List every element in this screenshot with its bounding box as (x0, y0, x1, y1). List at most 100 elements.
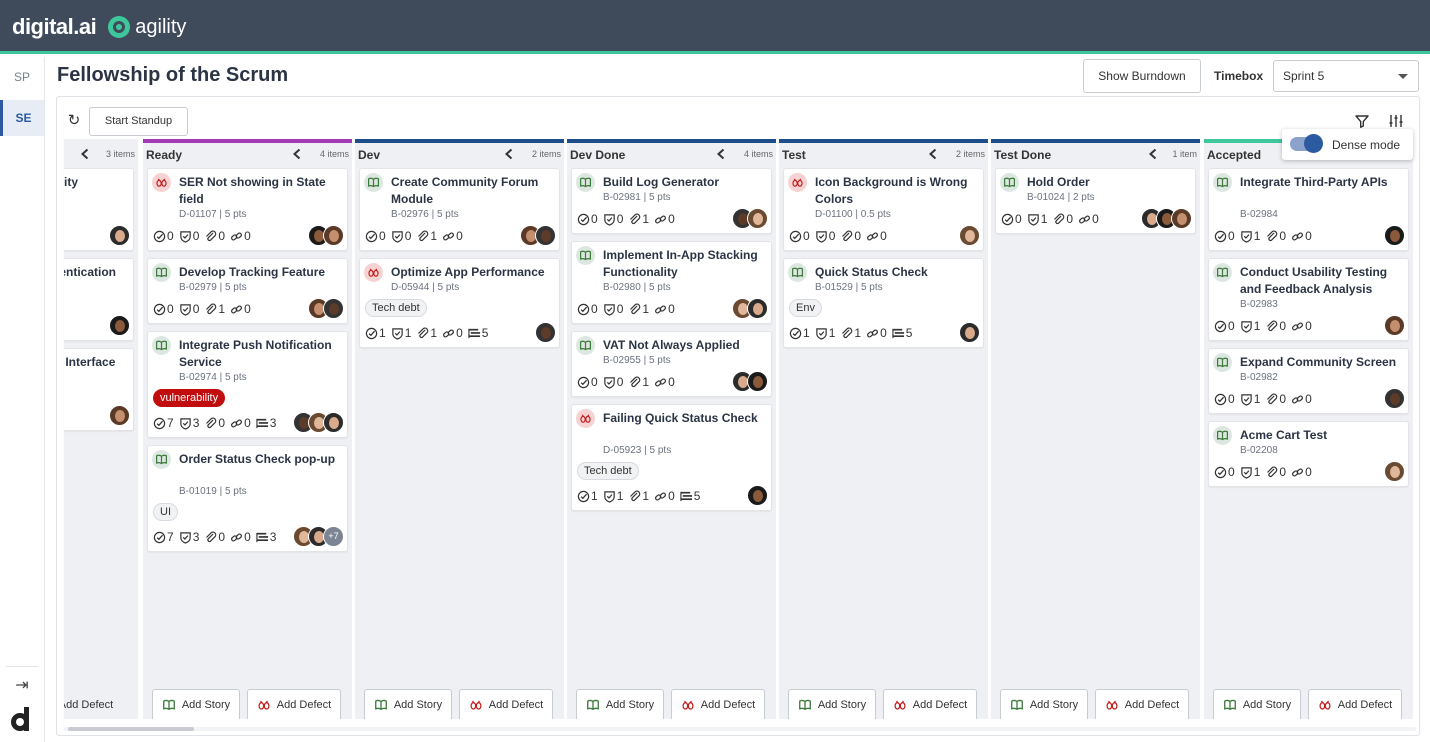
card-title[interactable]: Integrate Push Notification Service (179, 337, 346, 371)
card-tag[interactable]: Tech debt (365, 299, 427, 317)
timebox-select[interactable]: Sprint 5 (1273, 60, 1419, 92)
card-title[interactable]: Implement In-App Stacking Functionality (603, 247, 770, 281)
add-defect-button[interactable]: Add Defect (671, 689, 765, 719)
avatar[interactable] (747, 298, 768, 319)
scrollbar-thumb[interactable] (68, 727, 194, 731)
dense-mode-toggle[interactable] (1290, 134, 1323, 153)
add-defect-button[interactable]: Add Defect (459, 689, 553, 719)
defect-card[interactable]: SER Not showing in State field D-01107 | … (147, 168, 348, 251)
avatar[interactable] (109, 315, 130, 336)
story-card[interactable]: hentication5 (64, 258, 134, 341)
card-title[interactable]: Conduct Usability Testing and Feedback A… (1240, 264, 1407, 298)
rail-item-sp[interactable]: SP (0, 59, 44, 95)
avatar[interactable] (323, 412, 344, 433)
add-defect-button[interactable]: Add Defect (1308, 689, 1402, 719)
avatar[interactable] (1384, 315, 1405, 336)
collapse-column-chevron-icon[interactable] (714, 147, 728, 161)
board-horizontal-scrollbar[interactable] (64, 725, 1416, 733)
card-title[interactable]: Order Status Check pop-up (179, 451, 346, 468)
avatar[interactable] (747, 485, 768, 506)
add-story-button[interactable]: Add Story (788, 689, 876, 719)
start-standup-button[interactable]: Start Standup (89, 107, 188, 136)
story-card[interactable]: Integrate Third-Party APIs B-02984 0 1 0 0 (1208, 168, 1409, 251)
card-title[interactable]: Create Community Forum Module (391, 174, 558, 208)
defect-card[interactable]: Failing Quick Status Check D-05923 | 5 pt… (571, 404, 772, 511)
defect-card[interactable]: Optimize App Performance D-05944 | 5 pts T… (359, 258, 560, 348)
card-title[interactable]: Build Log Generator (603, 174, 770, 191)
collapse-column-chevron-icon[interactable] (290, 147, 304, 161)
story-card[interactable]: Hold Order B-01024 | 2 pts 0 1 0 0 (995, 168, 1196, 234)
collapse-column-chevron-icon[interactable] (502, 147, 516, 161)
avatar[interactable] (323, 298, 344, 319)
add-story-button[interactable]: Add Story (576, 689, 664, 719)
card-title[interactable]: Icon Background is Wrong Colors (815, 174, 982, 208)
collapse-column-chevron-icon[interactable] (926, 147, 940, 161)
card-title[interactable]: SER Not showing in State field (179, 174, 346, 208)
avatar[interactable] (323, 225, 344, 246)
card-title[interactable]: Integrate Third-Party APIs (1240, 174, 1407, 191)
story-card[interactable]: Conduct Usability Testing and Feedback A… (1208, 258, 1409, 341)
avatar[interactable] (747, 208, 768, 229)
story-card[interactable]: Create Community Forum Module B-02976 | 5… (359, 168, 560, 251)
story-card[interactable]: Integrate Push Notification Service B-029… (147, 331, 348, 438)
avatar[interactable] (1384, 225, 1405, 246)
add-story-button[interactable]: Add Story (364, 689, 452, 719)
rail-item-se[interactable]: SE (0, 100, 44, 136)
add-defect-button[interactable]: Add Defect (247, 689, 341, 719)
board-settings-icon[interactable] (1388, 113, 1404, 129)
avatar[interactable] (109, 405, 130, 426)
avatar[interactable] (747, 371, 768, 392)
story-card[interactable]: VAT Not Always Applied B-02955 | 5 pts 0 0 1… (571, 331, 772, 397)
filter-icon[interactable] (1354, 113, 1370, 129)
add-defect-button[interactable]: Add Defect (64, 689, 128, 719)
avatar[interactable] (535, 225, 556, 246)
card-title[interactable]: Quick Status Check (815, 264, 982, 281)
card-stat: 1 (365, 326, 386, 340)
story-card[interactable]: Quick Status Check B-01529 | 5 pts Env 1 1 1 0… (783, 258, 984, 348)
add-defect-button[interactable]: Add Defect (1095, 689, 1189, 719)
card-tag[interactable]: UI (153, 503, 178, 521)
digital-ai-agility-logo[interactable]: digital.ai agility (12, 14, 186, 40)
story-card[interactable]: Develop Tracking Feature B-02979 | 5 pts 0… (147, 258, 348, 324)
attachments-icon (1267, 230, 1278, 241)
avatar[interactable] (959, 322, 980, 343)
avatar[interactable] (959, 225, 980, 246)
card-owners (535, 322, 556, 343)
add-story-button[interactable]: Add Story (1000, 689, 1088, 719)
collapse-column-chevron-icon[interactable] (78, 147, 92, 161)
defect-card[interactable]: Icon Background is Wrong Colors D-01100 |… (783, 168, 984, 251)
add-story-button[interactable]: Add Story (1213, 689, 1301, 719)
card-tag[interactable]: Tech debt (577, 462, 639, 480)
show-burndown-button[interactable]: Show Burndown (1083, 59, 1201, 93)
card-title[interactable]: Develop Tracking Feature (179, 264, 346, 281)
avatar[interactable] (1171, 208, 1192, 229)
story-card[interactable]: Order Status Check pop-up B-01019 | 5 pts… (147, 445, 348, 552)
avatar[interactable] (1384, 388, 1405, 409)
card-title[interactable]: le Interface (64, 354, 132, 371)
story-card[interactable]: le Interface5 (64, 348, 134, 431)
story-card[interactable]: Acme Cart Test B-02208 0 1 0 0 (1208, 421, 1409, 487)
add-defect-button[interactable]: Add Defect (883, 689, 977, 719)
avatar[interactable] (535, 322, 556, 343)
card-tag[interactable]: Env (789, 299, 822, 317)
card-title[interactable]: Failing Quick Status Check (603, 410, 770, 427)
card-tag[interactable]: vulnerability (153, 389, 226, 407)
story-card[interactable]: Implement In-App Stacking Functionality B… (571, 241, 772, 324)
add-story-button[interactable]: Add Story (152, 689, 240, 719)
card-title[interactable]: Optimize App Performance (391, 264, 558, 281)
card-title[interactable]: urity (64, 174, 132, 191)
avatar[interactable] (1384, 461, 1405, 482)
story-card[interactable]: Expand Community Screen B-02982 0 1 0 0 (1208, 348, 1409, 414)
card-title[interactable]: Hold Order (1027, 174, 1194, 191)
card-title[interactable]: Expand Community Screen (1240, 354, 1407, 371)
card-title[interactable]: VAT Not Always Applied (603, 337, 770, 354)
card-title[interactable]: hentication (64, 264, 132, 281)
more-owners-badge[interactable]: +7 (323, 526, 344, 547)
story-card[interactable]: urity5 (64, 168, 134, 251)
avatar[interactable] (109, 225, 130, 246)
refresh-icon[interactable]: ↻ (66, 113, 82, 129)
collapse-column-chevron-icon[interactable] (1146, 147, 1160, 161)
expand-rail-icon[interactable]: ⇥ (12, 675, 32, 694)
card-title[interactable]: Acme Cart Test (1240, 427, 1407, 444)
story-card[interactable]: Build Log Generator B-02981 | 5 pts 0 0 1 0 (571, 168, 772, 234)
